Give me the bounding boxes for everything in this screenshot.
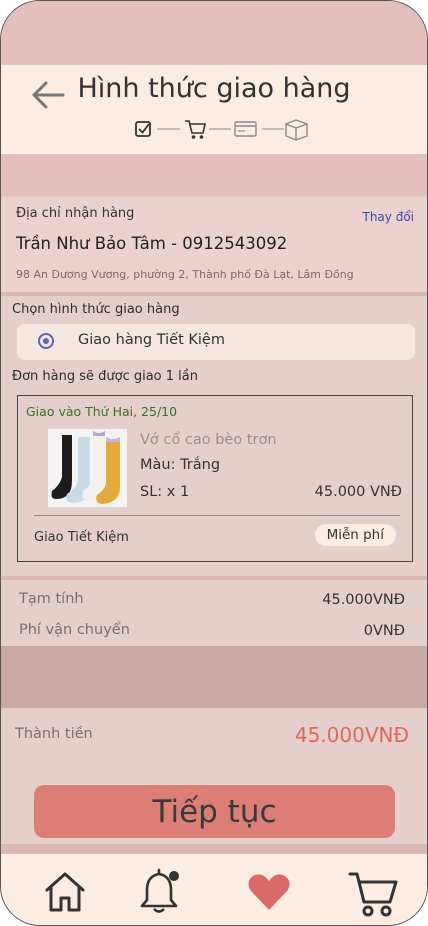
nav-favorites[interactable]	[245, 868, 293, 916]
product-image	[48, 429, 127, 507]
product-quantity: SL: x 1	[140, 484, 190, 500]
total-label: Thành tiền	[15, 726, 93, 742]
box-icon	[285, 119, 308, 141]
divider	[1, 292, 427, 296]
product-price: 45.000 VNĐ	[314, 484, 402, 500]
recipient-name-phone: Trần Như Bảo Tâm - 0912543092	[16, 234, 288, 253]
page-title: Hình thức giao hàng	[77, 73, 351, 104]
checkout-progress	[135, 119, 308, 141]
address-label: Địa chỉ nhận hàng	[16, 206, 135, 221]
street-address: 98 An Dương Vương, phường 2, Thành phố Đ…	[16, 268, 354, 281]
status-bar	[1, 1, 427, 65]
checkbox-icon	[135, 121, 151, 137]
subtotal-value: 45.000VNĐ	[322, 592, 405, 608]
home-icon	[45, 872, 85, 912]
cart-icon	[185, 120, 206, 139]
divider	[34, 515, 400, 516]
bell-icon	[140, 868, 179, 913]
shipping-fee-value: 0VNĐ	[363, 623, 405, 639]
order-card: Giao vào Thứ Hai, 25/10 Vớ cổ cao bèo tr…	[17, 395, 413, 562]
shipping-method: Giao Tiết Kiệm	[34, 530, 129, 545]
divider-band	[1, 154, 427, 196]
subtotal-label: Tạm tính	[19, 591, 84, 607]
nav-home[interactable]	[41, 868, 89, 916]
shipping-fee-label: Phí vận chuyển	[19, 622, 130, 638]
header: Hình thức giao hàng	[1, 65, 427, 154]
shipping-section-label: Chọn hình thức giao hàng	[12, 302, 180, 317]
divider	[1, 576, 427, 580]
divider	[1, 844, 427, 854]
nav-cart[interactable]	[348, 868, 398, 917]
address-section: Địa chỉ nhận hàng Thay đổi Trần Như Bảo …	[1, 198, 427, 292]
total-value: 45.000VNĐ	[294, 723, 409, 747]
bottom-nav	[1, 854, 427, 925]
continue-button[interactable]: Tiếp tục	[34, 785, 395, 838]
divider-band	[1, 646, 427, 708]
radio-selected-icon[interactable]	[38, 333, 54, 349]
phone-frame: Hình thức giao hàng Địa chỉ nhận hàng Th…	[0, 0, 428, 926]
shipping-option-label: Giao hàng Tiết Kiệm	[78, 332, 225, 348]
free-shipping-badge: Miễn phí	[314, 524, 396, 546]
heart-icon	[248, 874, 290, 910]
change-address-link[interactable]: Thay đổi	[363, 210, 415, 224]
product-color: Màu: Trắng	[140, 457, 221, 473]
shipping-option-economy[interactable]: Giao hàng Tiết Kiệm	[17, 324, 415, 360]
nav-notifications[interactable]	[135, 868, 183, 916]
product-name: Vớ cổ cao bèo trơn	[140, 432, 277, 448]
delivery-date: Giao vào Thứ Hai, 25/10	[26, 404, 178, 419]
credit-card-icon	[234, 121, 257, 137]
delivery-count-label: Đơn hàng sẽ được giao 1 lần	[12, 369, 198, 384]
cart-icon	[348, 872, 398, 917]
